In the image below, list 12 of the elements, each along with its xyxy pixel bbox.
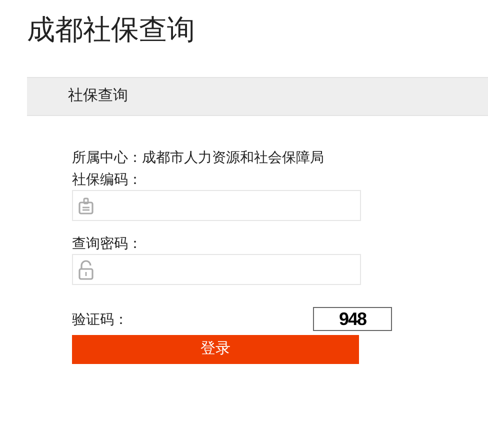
section-title: 社保查询: [68, 86, 128, 106]
captcha-label: 验证码：: [72, 310, 128, 329]
field-label: 社保编码：: [72, 170, 143, 189]
page-title: 成都社保查询: [27, 13, 195, 47]
id-card-icon: [78, 196, 94, 214]
captcha-image[interactable]: 948: [313, 307, 392, 331]
input-field[interactable]: [72, 254, 361, 285]
unlocked-padlock-icon: [78, 260, 94, 280]
center-text: 所属中心：成都市人力资源和社会保障局: [72, 148, 325, 167]
input-field[interactable]: [72, 190, 361, 221]
field-label: 查询密码：: [72, 234, 143, 253]
login-button[interactable]: 登录: [72, 335, 359, 364]
